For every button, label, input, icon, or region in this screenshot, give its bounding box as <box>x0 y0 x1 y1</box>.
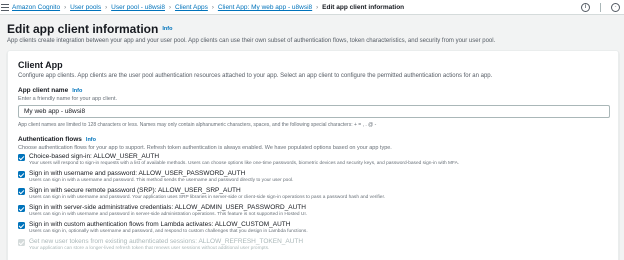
checkbox-checked-icon[interactable] <box>18 171 25 178</box>
breadcrumb: Amazon Cognito › User pools › User pool … <box>12 2 404 13</box>
client-app-panel: Client App Configure app clients. App cl… <box>7 50 619 260</box>
breadcrumb-user-pool[interactable]: User pool - u8wsi8 <box>111 4 165 11</box>
page-title: Edit app client information <box>7 22 159 36</box>
info-circle-icon[interactable]: i <box>581 3 590 12</box>
app-client-name-input[interactable] <box>18 105 610 118</box>
breadcrumb-separator-icon: › <box>316 4 319 11</box>
breadcrumb-client-app[interactable]: Client App: My web app - u8wsi8 <box>218 4 312 11</box>
panel-title: Client App <box>18 60 63 70</box>
flow-title: Sign in with server-side administrative … <box>29 204 306 211</box>
breadcrumb-separator-icon: › <box>211 4 214 11</box>
breadcrumb-current-page: Edit app client information <box>322 4 405 11</box>
checkbox-checked-icon[interactable] <box>18 205 25 212</box>
panel-description: Configure app clients. App clients are t… <box>18 73 493 79</box>
flow-description: Users can sign in, optionally with usern… <box>29 229 308 234</box>
flow-description: Users can sign in with username and pass… <box>29 212 308 217</box>
breadcrumb-user-pools[interactable]: User pools <box>70 4 101 11</box>
flow-description: Users can sign in with username and pass… <box>29 195 386 200</box>
page-info-link[interactable]: Info <box>162 26 172 32</box>
checkbox-checked-icon[interactable] <box>18 154 25 161</box>
page-description: App clients create integration between y… <box>7 38 496 44</box>
topbar-actions: i ◦ <box>571 2 620 13</box>
app-client-name-hint: Enter a friendly name for your app clien… <box>18 96 118 102</box>
app-client-name-constraint: App client names are limited to 128 char… <box>18 122 377 128</box>
flow-description: Users can sign in with a username and pa… <box>29 178 294 183</box>
authentication-flows-label-row: Authentication flows Info <box>18 136 96 143</box>
flow-description: Your users will respond to sign-in reque… <box>29 161 460 166</box>
flow-title: Sign in with username and password: ALLO… <box>29 170 246 177</box>
authentication-flows-info-link[interactable]: Info <box>86 137 96 143</box>
breadcrumb-separator-icon: › <box>105 4 108 11</box>
flow-title: Sign in with secure remote password (SRP… <box>29 187 241 194</box>
app-client-name-info-link[interactable]: Info <box>72 88 82 94</box>
authentication-flows-hint: Choose authentication flows for your app… <box>18 145 392 151</box>
authentication-flows-label: Authentication flows <box>18 136 82 143</box>
app-client-name-label: App client name <box>18 87 69 94</box>
checkbox-disabled-checked-icon <box>18 239 25 246</box>
page-header: Edit app client information Info <box>7 22 172 36</box>
checkbox-checked-icon[interactable] <box>18 188 25 195</box>
hamburger-menu-icon[interactable] <box>1 2 9 12</box>
flow-title: Sign in with custom authentication flows… <box>29 221 291 228</box>
checkbox-checked-icon[interactable] <box>18 222 25 229</box>
breadcrumb-separator-icon: › <box>64 4 67 11</box>
flow-title: Choice-based sign-in: ALLOW_USER_AUTH <box>29 153 160 160</box>
flow-description: Your application can store a longer-live… <box>29 246 270 251</box>
breadcrumb-client-apps[interactable]: Client Apps <box>175 4 208 11</box>
top-navigation-bar: Amazon Cognito › User pools › User pool … <box>0 0 624 15</box>
breadcrumb-amazon-cognito[interactable]: Amazon Cognito <box>12 4 60 11</box>
flow-title: Get new user tokens from existing authen… <box>29 238 304 245</box>
app-client-name-label-row: App client name Info <box>18 87 82 94</box>
breadcrumb-separator-icon: › <box>168 4 171 11</box>
settings-circle-icon[interactable]: ◦ <box>611 3 620 12</box>
divider <box>600 3 601 12</box>
